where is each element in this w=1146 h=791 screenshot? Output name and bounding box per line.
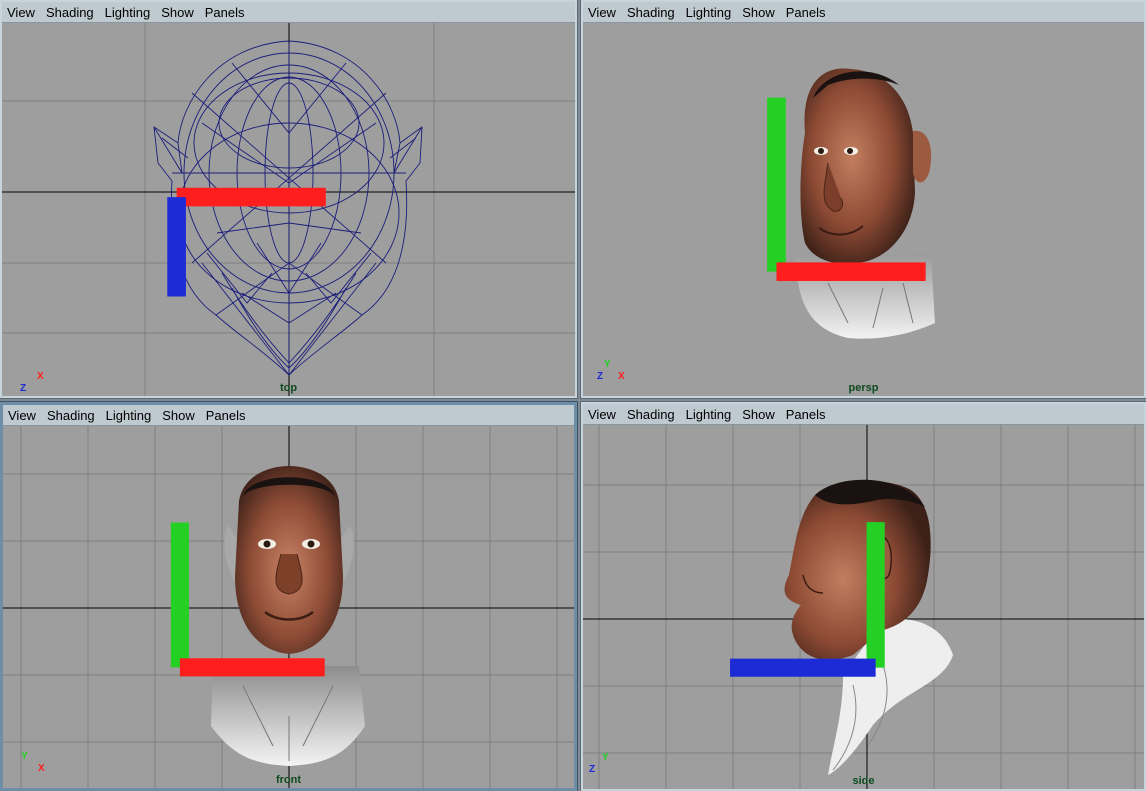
panel-menubar: View Shading Lighting Show Panels xyxy=(3,405,574,426)
axis-gizmo-top xyxy=(167,187,326,297)
axis-label-x: X xyxy=(37,371,44,382)
viewport-canvas-persp[interactable]: Y Z X persp xyxy=(583,23,1144,396)
menu-view[interactable]: View xyxy=(7,408,37,423)
axis-label-y: Y xyxy=(21,751,28,762)
axis-gizmo-side xyxy=(730,522,885,677)
camera-label-front: front xyxy=(275,774,302,786)
camera-label-top: top xyxy=(279,382,298,394)
axis-label-y: Y xyxy=(602,752,609,763)
axis-label-z: Z xyxy=(589,764,596,775)
axis-gizmo-persp xyxy=(767,97,926,281)
camera-label-side: side xyxy=(852,775,875,787)
menu-shading[interactable]: Shading xyxy=(626,5,676,20)
axis-gizmo-front xyxy=(170,522,325,677)
panel-menubar: View Shading Lighting Show Panels xyxy=(583,404,1144,425)
menu-panels[interactable]: Panels xyxy=(785,407,827,422)
menu-lighting[interactable]: Lighting xyxy=(685,407,733,422)
menu-view[interactable]: View xyxy=(587,5,617,20)
menu-shading[interactable]: Shading xyxy=(626,407,676,422)
panel-menubar: View Shading Lighting Show Panels xyxy=(583,2,1144,23)
menu-view[interactable]: View xyxy=(587,407,617,422)
menu-panels[interactable]: Panels xyxy=(205,408,247,423)
camera-label-persp: persp xyxy=(848,382,879,394)
panel-menubar: View Shading Lighting Show Panels xyxy=(2,2,575,23)
menu-lighting[interactable]: Lighting xyxy=(685,5,733,20)
axis-label-y: Y xyxy=(604,359,611,370)
viewport-panel-side[interactable]: View Shading Lighting Show Panels Y Z si… xyxy=(580,401,1146,791)
menu-panels[interactable]: Panels xyxy=(204,5,246,20)
viewport-panel-front[interactable]: View Shading Lighting Show Panels Y X fr… xyxy=(0,401,578,791)
menu-show[interactable]: Show xyxy=(741,407,776,422)
menu-show[interactable]: Show xyxy=(161,408,196,423)
viewport-panel-top[interactable]: View Shading Lighting Show Panels X Z to… xyxy=(0,0,578,399)
viewport-panel-persp[interactable]: View Shading Lighting Show Panels Y Z X … xyxy=(580,0,1146,399)
menu-show[interactable]: Show xyxy=(741,5,776,20)
menu-view[interactable]: View xyxy=(6,5,36,20)
menu-lighting[interactable]: Lighting xyxy=(105,408,153,423)
viewport-canvas-side[interactable]: Y Z side xyxy=(583,425,1144,789)
viewport-canvas-front[interactable]: Y X front xyxy=(3,426,574,788)
axis-label-x: X xyxy=(618,371,625,382)
axis-label-x: X xyxy=(38,763,45,774)
menu-panels[interactable]: Panels xyxy=(785,5,827,20)
axis-label-z: Z xyxy=(597,371,604,382)
menu-shading[interactable]: Shading xyxy=(45,5,95,20)
menu-show[interactable]: Show xyxy=(160,5,195,20)
viewport-canvas-top[interactable]: X Z top xyxy=(2,23,575,396)
menu-shading[interactable]: Shading xyxy=(46,408,96,423)
menu-lighting[interactable]: Lighting xyxy=(104,5,152,20)
